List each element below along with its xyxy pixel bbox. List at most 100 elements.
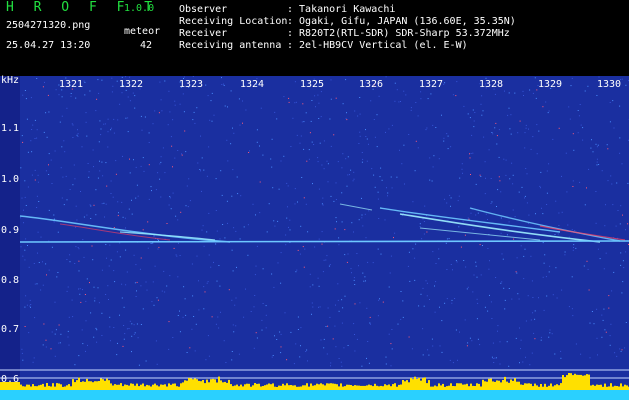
noise-speck	[380, 167, 382, 169]
noise-speck	[612, 100, 614, 102]
noise-speck	[216, 280, 218, 282]
noise-speck	[403, 90, 405, 92]
noise-speck	[341, 167, 343, 169]
signal-bar	[574, 373, 576, 390]
noise-speck	[92, 259, 94, 261]
noise-speck	[365, 237, 367, 239]
noise-speck	[596, 146, 598, 148]
noise-speck	[487, 248, 489, 249]
noise-speck	[125, 249, 127, 251]
signal-bar	[468, 386, 470, 390]
noise-speck	[37, 231, 39, 233]
noise-speck	[248, 152, 250, 153]
noise-speck	[142, 229, 144, 231]
signal-bar	[448, 385, 450, 390]
signal-bar	[478, 383, 480, 390]
noise-speck	[571, 276, 573, 278]
noise-speck	[571, 77, 573, 79]
signal-bar	[292, 385, 294, 390]
capture-datetime: 25.04.27 13:20	[6, 40, 91, 51]
noise-speck	[365, 280, 366, 282]
noise-speck	[329, 118, 331, 120]
noise-speck	[178, 242, 179, 244]
noise-speck	[104, 216, 105, 218]
noise-speck	[341, 365, 343, 367]
noise-speck	[376, 114, 378, 116]
noise-speck	[308, 158, 310, 160]
signal-bar	[44, 386, 46, 390]
noise-speck	[63, 204, 65, 206]
noise-speck	[100, 134, 102, 136]
noise-speck	[422, 287, 424, 289]
signal-bar	[34, 386, 36, 390]
noise-speck	[471, 340, 473, 342]
signal-bar	[262, 386, 264, 390]
signal-bar	[580, 374, 582, 390]
noise-speck	[26, 118, 28, 120]
noise-speck	[256, 337, 258, 339]
noise-speck	[141, 129, 143, 131]
signal-bar	[304, 385, 306, 390]
noise-speck	[288, 226, 289, 228]
noise-speck	[342, 103, 344, 105]
noise-speck	[527, 223, 529, 224]
noise-speck	[163, 270, 165, 272]
noise-speck	[496, 135, 498, 137]
noise-speck	[361, 365, 363, 367]
signal-bar	[338, 386, 340, 390]
noise-speck	[390, 365, 392, 367]
signal-bar	[54, 386, 56, 390]
antenna-label: Receiving antenna	[179, 40, 282, 51]
noise-speck	[132, 92, 134, 94]
noise-speck	[236, 176, 238, 178]
noise-speck	[75, 226, 77, 228]
noise-speck	[575, 343, 577, 345]
noise-speck	[110, 129, 112, 131]
noise-speck	[239, 124, 241, 126]
noise-speck	[535, 213, 536, 215]
noise-speck	[261, 319, 263, 321]
noise-speck	[221, 194, 223, 196]
noise-speck	[477, 302, 479, 304]
noise-speck	[470, 153, 472, 154]
noise-speck	[24, 180, 26, 182]
noise-speck	[469, 153, 470, 155]
noise-speck	[583, 265, 585, 267]
noise-speck	[208, 212, 210, 214]
noise-speck	[318, 118, 320, 119]
app-version: 1.0.0	[124, 3, 155, 14]
noise-speck	[64, 151, 66, 153]
signal-bar	[584, 375, 586, 390]
noise-speck	[295, 101, 297, 103]
signal-bar	[130, 383, 132, 390]
noise-speck	[552, 138, 554, 140]
signal-bar	[236, 384, 238, 390]
noise-speck	[277, 220, 279, 222]
noise-speck	[368, 362, 370, 364]
signal-bar	[302, 385, 304, 390]
signal-bar	[336, 384, 338, 390]
signal-bar	[424, 377, 426, 390]
noise-speck	[344, 254, 346, 256]
noise-speck	[25, 295, 27, 297]
noise-speck	[271, 273, 273, 275]
noise-speck	[514, 92, 516, 94]
signal-bar	[174, 383, 176, 390]
noise-speck	[394, 100, 396, 102]
noise-speck	[385, 356, 387, 358]
noise-speck	[305, 203, 307, 205]
noise-speck	[507, 114, 509, 116]
noise-speck	[174, 104, 176, 106]
noise-speck	[501, 253, 503, 255]
noise-speck	[322, 197, 324, 199]
noise-speck	[86, 214, 88, 216]
noise-speck	[517, 293, 519, 295]
noise-speck	[107, 118, 109, 120]
signal-bar	[346, 384, 348, 390]
noise-speck	[599, 258, 601, 260]
noise-speck	[382, 301, 384, 303]
signal-bar	[300, 386, 302, 390]
noise-speck	[542, 242, 544, 244]
x-tick-1322: 1322	[119, 79, 144, 90]
signal-bar	[466, 383, 468, 390]
